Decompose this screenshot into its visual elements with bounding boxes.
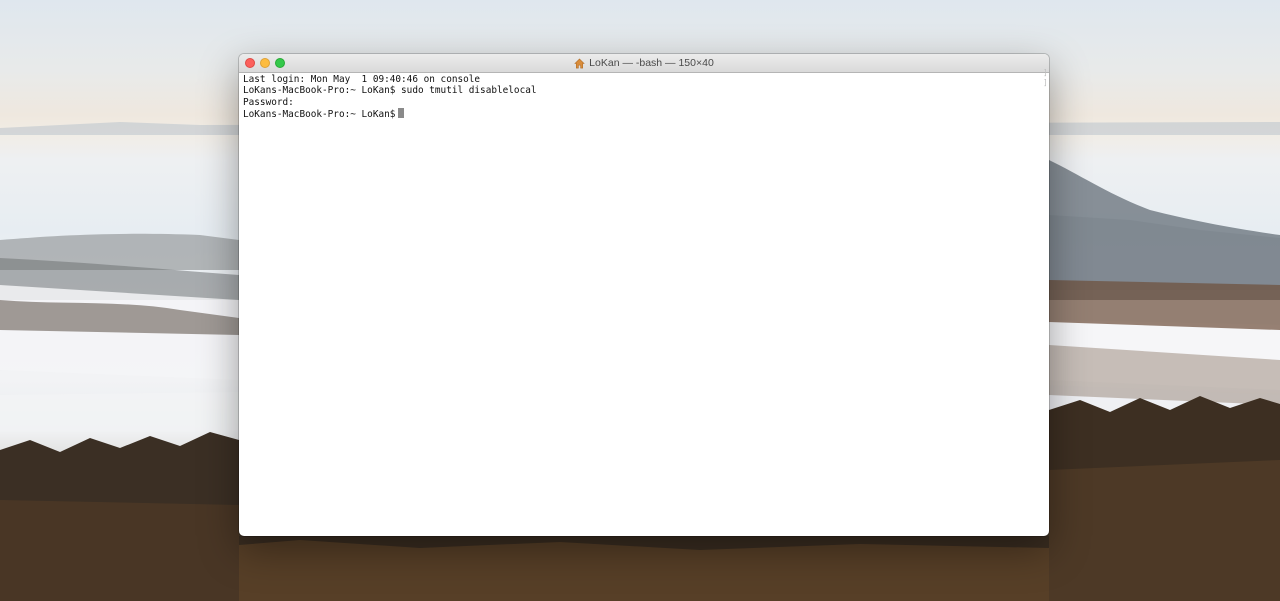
- terminal-bracket-marks: ]]: [1043, 68, 1048, 87]
- terminal-prompt: LoKans-MacBook-Pro:~ LoKan$: [243, 109, 396, 121]
- terminal-window[interactable]: LoKan — -bash — 150×40 Last login: Mon M…: [239, 54, 1049, 536]
- terminal-line-prompt: LoKans-MacBook-Pro:~ LoKan$: [243, 108, 1049, 121]
- terminal-line-login: Last login: Mon May 1 09:40:46 on consol…: [243, 74, 481, 85]
- terminal-line-command: LoKans-MacBook-Pro:~ LoKan$ sudo tmutil …: [243, 85, 537, 97]
- terminal-output[interactable]: Last login: Mon May 1 09:40:46 on consol…: [239, 73, 1049, 120]
- terminal-line-password: Password:: [243, 96, 294, 108]
- window-title-group: LoKan — -bash — 150×40: [239, 54, 1049, 72]
- text-cursor: [398, 108, 404, 119]
- home-icon: [574, 58, 585, 68]
- window-title: LoKan — -bash — 150×40: [589, 57, 714, 69]
- window-titlebar[interactable]: LoKan — -bash — 150×40: [239, 54, 1049, 73]
